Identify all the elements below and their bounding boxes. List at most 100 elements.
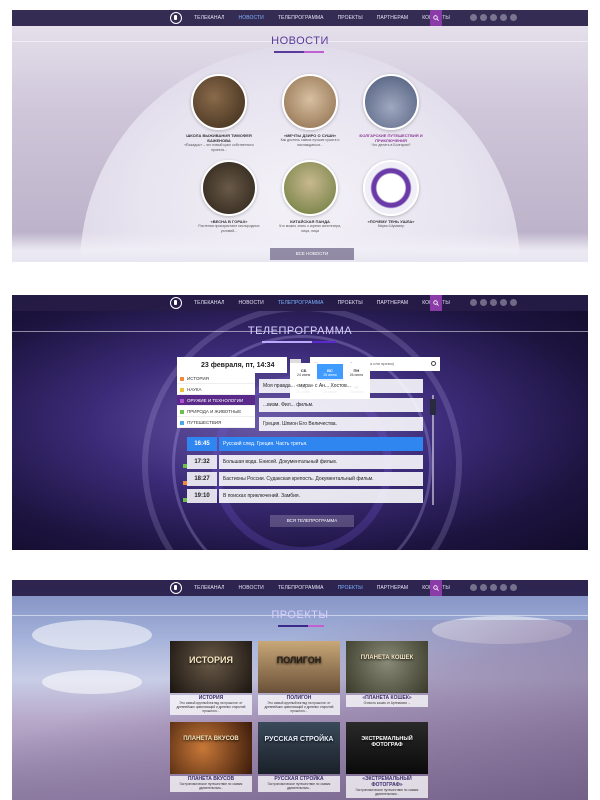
scrollbar-thumb[interactable] [430,399,436,415]
all-schedule-button[interactable]: ВСЯ ТЕЛЕПРОГРАММА [270,515,354,527]
news-item[interactable]: ШКОЛА ВЫЖИВАНИЯ ТИМОФЕЯ БАЖЕНОВА «Ёжкадо… [184,74,254,152]
project-image[interactable]: РУССКАЯ СТРОЙКА [258,722,340,774]
nav-bar: ТЕЛЕКАНАЛ НОВОСТИ ТЕЛЕПРОГРАММА ПРОЕКТЫ … [12,295,588,311]
project-card[interactable]: ПОЛИГОН ПОЛИГОН Это самый крупный взгляд … [258,641,340,715]
program-row[interactable]: ...визм. Фил... фильм. [257,398,423,412]
news-item[interactable]: «ВЕСНА В ГОРАХ» Растения произрастают ки… [194,160,264,233]
nav-item-news[interactable]: НОВОСТИ [239,300,264,306]
current-date: 23 февраля, пт, 14:34 [201,361,275,369]
program-row[interactable]: 19:10 В поисках приключений. Замбия. [183,489,423,503]
social-icon[interactable] [490,14,497,21]
nav-item-schedule[interactable]: ТЕЛЕПРОГРАММА [278,15,324,21]
news-thumbnail[interactable] [282,160,338,216]
program-row[interactable]: 17:32 Большая вода. Енисей. Документальн… [183,455,423,469]
nav-bar: ТЕЛЕКАНАЛ НОВОСТИ ТЕЛЕПРОГРАММА ПРОЕКТЫ … [12,580,588,596]
nav-item-projects[interactable]: ПРОЕКТЫ [338,300,363,306]
program-row[interactable]: Моя правда... «мира» с Ан... Хостов... [257,379,423,393]
nav-item-news[interactable]: НОВОСТИ [239,15,264,21]
news-item[interactable]: БОЛГАРСКИЕ ПУТЕШЕСТВИЯ И ПРИКЛЮЧЕНИЯ Что… [356,74,426,148]
search-icon [433,300,439,306]
category-marker [183,481,187,485]
search-button[interactable] [430,295,442,311]
news-item[interactable]: «ПОЧЕМУ ТЕНЬ УШЛА» Марио Шумахер [356,160,426,229]
category-item[interactable]: НАУКА [177,384,255,395]
program-row-current[interactable]: 16:45 Русский след. Греция. Часть третья… [187,437,423,451]
category-item[interactable]: ПРИРОДА И ЖИВОТНЫЕ [177,406,255,417]
social-icon[interactable] [480,299,487,306]
search-icon[interactable] [431,361,436,366]
news-thumbnail[interactable] [191,74,247,130]
social-links [470,14,517,21]
program-row[interactable]: Греция. Шпион Его Величества. [257,417,423,431]
nav-item-schedule[interactable]: ТЕЛЕПРОГРАММА [278,300,324,306]
date-selector[interactable]: 23 февраля, пт, 14:34 [177,357,301,373]
section-title-projects: ПРОЕКТЫ [12,609,588,621]
section-title-news: НОВОСТИ [12,35,588,47]
social-icon[interactable] [490,584,497,591]
nav-item-channel[interactable]: ТЕЛЕКАНАЛ [194,585,225,591]
social-icon[interactable] [510,14,517,21]
news-thumbnail[interactable] [282,74,338,130]
social-icon[interactable] [510,299,517,306]
news-thumbnail[interactable] [363,160,419,216]
nav-item-projects[interactable]: ПРОЕКТЫ [338,585,363,591]
all-news-button[interactable]: ВСЕ НОВОСТИ [270,248,354,260]
news-item[interactable]: «МЕЧТЫ ДЗИРО О СУШИ» Как достичь самых л… [275,74,345,147]
category-filter: ИСТОРИЯ НАУКА ОРУЖИЕ И ТЕХНОЛОГИИ ПРИРОД… [177,373,255,428]
nav-bar: ТЕЛЕКАНАЛ НОВОСТИ ТЕЛЕПРОГРАММА ПРОЕКТЫ … [12,10,588,26]
social-icon[interactable] [490,299,497,306]
news-section: ТЕЛЕКАНАЛ НОВОСТИ ТЕЛЕПРОГРАММА ПРОЕКТЫ … [12,10,588,262]
nav-item-partners[interactable]: ПАРТНЕРАМ [377,300,408,306]
schedule-section: ТЕЛЕКАНАЛ НОВОСТИ ТЕЛЕПРОГРАММА ПРОЕКТЫ … [12,295,588,550]
category-item[interactable]: ИСТОРИЯ [177,373,255,384]
program-row[interactable]: 18:27 Бастионы России. Судакская крепост… [183,472,423,486]
project-card[interactable]: ПЛАНЕТА КОШЕК «ПЛАНЕТА КОШЕК» Очность кош… [346,641,428,707]
category-marker [183,498,187,502]
social-links [470,584,517,591]
social-icon[interactable] [470,14,477,21]
logo-icon[interactable] [170,582,182,594]
social-icon[interactable] [480,584,487,591]
nav-menu: ТЕЛЕКАНАЛ НОВОСТИ ТЕЛЕПРОГРАММА ПРОЕКТЫ … [194,10,450,26]
project-card[interactable]: ПЛАНЕТА ВКУСОВ ПЛАНЕТА ВКУСОВ Гастрономич… [170,722,252,792]
project-card[interactable]: ЭКСТРЕМАЛЬНЫЙ ФОТОГРАФ «ЭКСТРЕМАЛЬНЫЙ ФО… [346,722,428,798]
logo-icon[interactable] [170,12,182,24]
category-marker [183,464,187,468]
search-button[interactable] [430,580,442,596]
social-icon[interactable] [500,14,507,21]
social-icon[interactable] [470,584,477,591]
project-image[interactable]: ПЛАНЕТА КОШЕК [346,641,428,693]
category-item[interactable]: ОРУЖИЕ И ТЕХНОЛОГИИ [177,395,255,406]
nav-item-partners[interactable]: ПАРТНЕРАМ [377,15,408,21]
title-underline [262,341,312,343]
nav-item-channel[interactable]: ТЕЛЕКАНАЛ [194,300,225,306]
nav-item-schedule[interactable]: ТЕЛЕПРОГРАММА [278,585,324,591]
nav-item-news[interactable]: НОВОСТИ [239,585,264,591]
category-item[interactable]: ПУТЕШЕСТВИЯ [177,417,255,428]
nav-item-projects[interactable]: ПРОЕКТЫ [338,15,363,21]
project-image[interactable]: ПОЛИГОН [258,641,340,693]
project-card[interactable]: РУССКАЯ СТРОЙКА РУССКАЯ СТРОЙКА Гастроном… [258,722,340,792]
search-button[interactable] [430,10,442,26]
project-card[interactable]: ИСТОРИЯ ИСТОРИЯ Это самый крупный взгляд … [170,641,252,715]
social-icon[interactable] [500,299,507,306]
news-thumbnail[interactable] [201,160,257,216]
social-icon[interactable] [510,584,517,591]
nav-item-channel[interactable]: ТЕЛЕКАНАЛ [194,15,225,21]
social-icon[interactable] [480,14,487,21]
project-image[interactable]: ИСТОРИЯ [170,641,252,693]
news-item[interactable]: КИТАЙСКАЯ ПАНДА Что можно знать о корнях… [275,160,345,233]
search-icon [433,585,439,591]
nav-item-partners[interactable]: ПАРТНЕРАМ [377,585,408,591]
title-underline [278,625,308,627]
title-underline [304,51,324,53]
project-image[interactable]: ЭКСТРЕМАЛЬНЫЙ ФОТОГРАФ [346,722,428,774]
project-image[interactable]: ПЛАНЕТА ВКУСОВ [170,722,252,774]
social-icon[interactable] [500,584,507,591]
news-thumbnail[interactable] [363,74,419,130]
nav-menu: ТЕЛЕКАНАЛ НОВОСТИ ТЕЛЕПРОГРАММА ПРОЕКТЫ … [194,295,450,311]
social-links [470,299,517,306]
nav-menu: ТЕЛЕКАНАЛ НОВОСТИ ТЕЛЕПРОГРАММА ПРОЕКТЫ … [194,580,450,596]
social-icon[interactable] [470,299,477,306]
logo-icon[interactable] [170,297,182,309]
